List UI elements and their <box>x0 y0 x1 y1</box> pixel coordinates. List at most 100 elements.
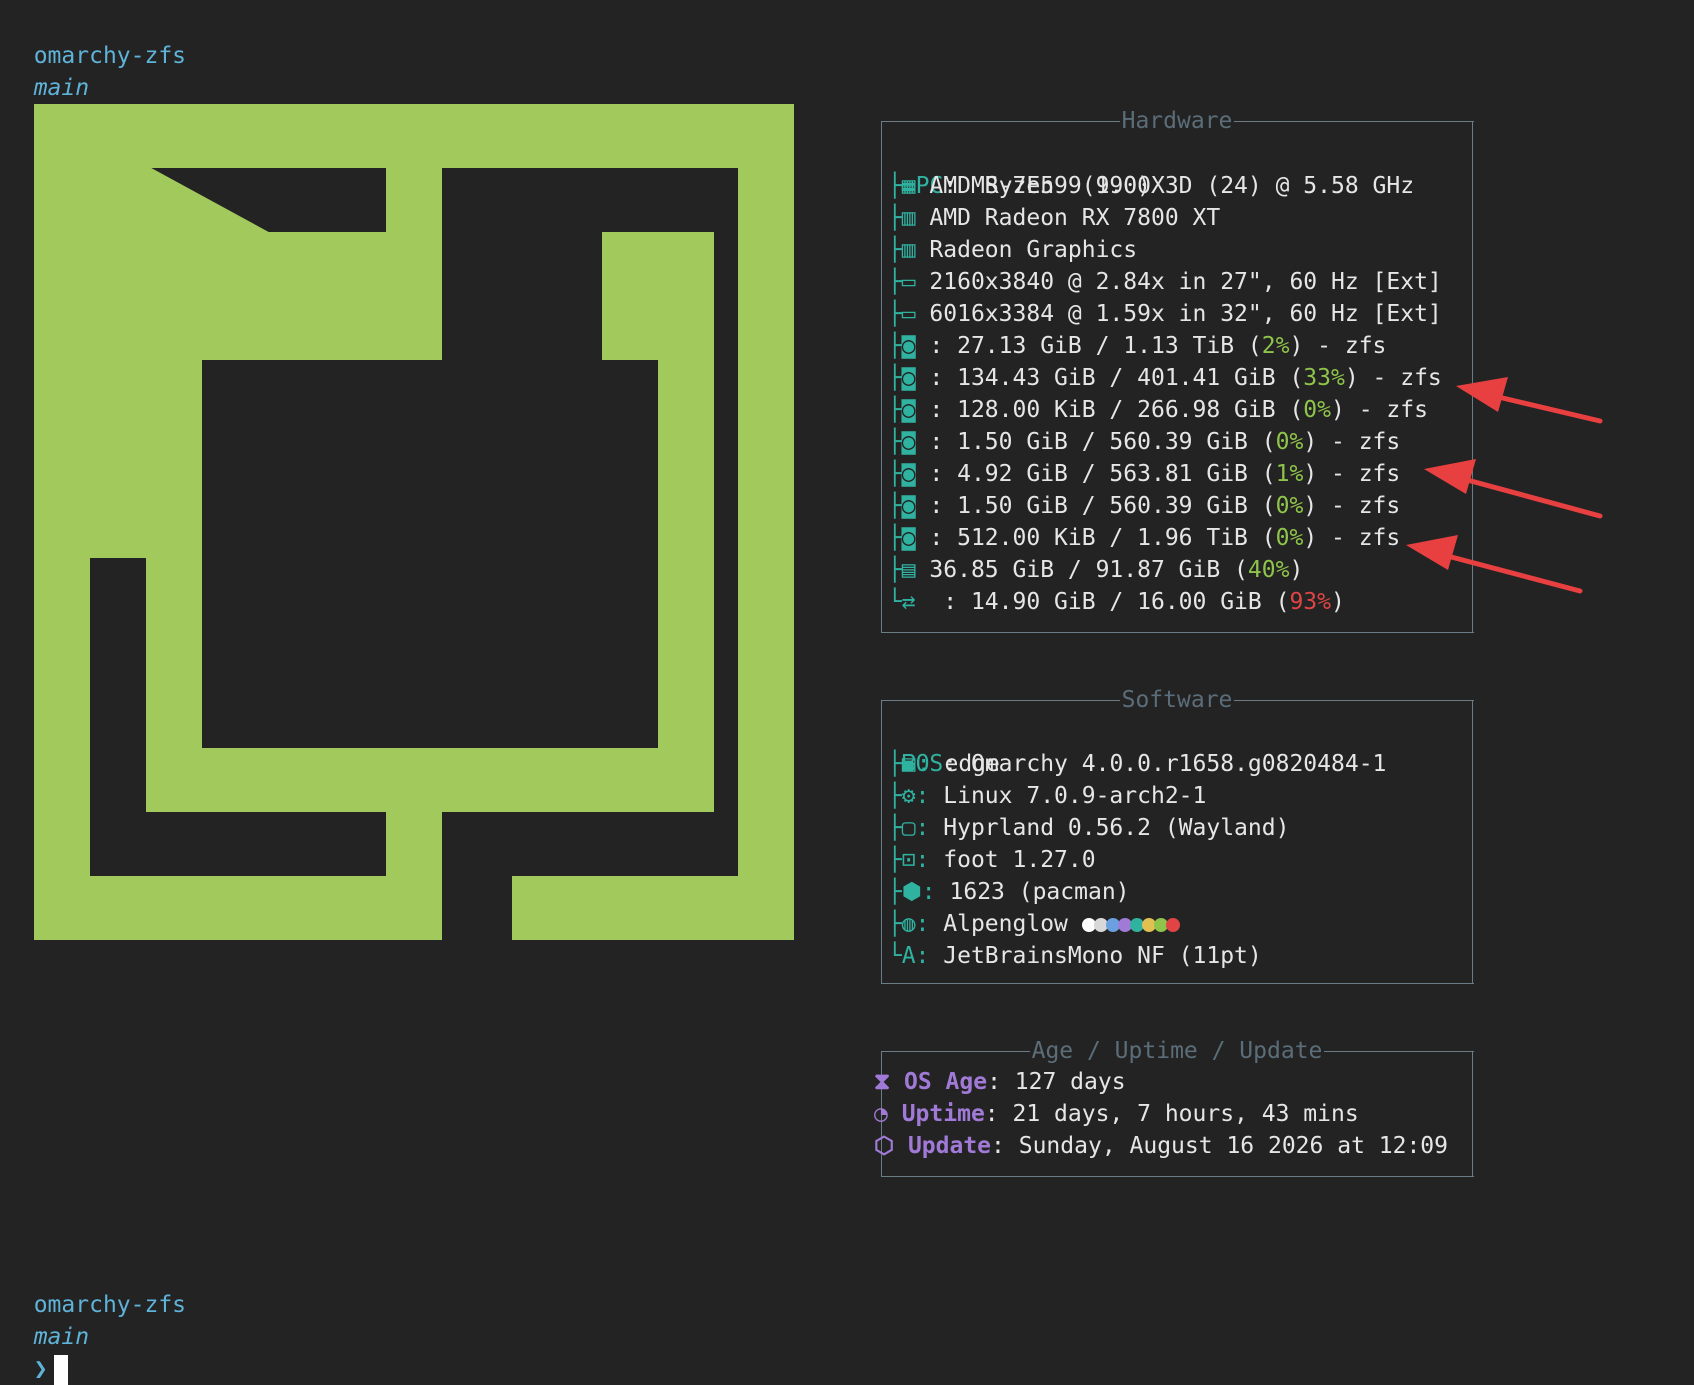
disk-icon: ◙ <box>901 493 916 519</box>
gpu-icon: ▥ <box>901 237 916 263</box>
hardware-row: ├◙ : 4.92 GiB / 563.81 GiB (1%) - zfs <box>874 458 1400 490</box>
usage-percent: 0% <box>1275 525 1304 551</box>
usage-percent: 0% <box>1275 493 1304 519</box>
age-value: 21 days, 7 hours, 43 mins <box>1012 1101 1359 1127</box>
prompt-host-2: omarchy-zfs <box>33 1292 187 1318</box>
prompt-branch-2: main <box>33 1324 90 1350</box>
age-row: ⧗ OS Age: 127 days <box>874 1069 1126 1095</box>
disk-icon: ◙ <box>901 365 916 391</box>
package-icon: ⬢: <box>901 879 936 905</box>
age-value: 127 days <box>1014 1069 1126 1095</box>
tree-branch: └ <box>874 943 902 969</box>
tree-branch: ├ <box>874 461 902 487</box>
software-value: JetBrainsMono NF (11pt) <box>943 943 1262 969</box>
usage-suffix: ) - zfs <box>1303 461 1401 487</box>
tree-branch: └ <box>874 589 902 615</box>
software-os-row: ▣OS: Omarchy 4.0.0.r1658.g0820484-1 <box>901 751 1387 777</box>
hardware-row: ├◙ : 512.00 KiB / 1.96 TiB (0%) - zfs <box>874 522 1400 554</box>
hardware-row: ├◙ : 128.00 KiB / 266.98 GiB (0%) - zfs <box>874 394 1428 426</box>
disk-icon: ◙ <box>901 333 916 359</box>
age-title: Age / Uptime / Update <box>1029 1038 1325 1064</box>
palette-icon: ◍: <box>901 911 930 937</box>
usage-percent: 40% <box>1247 557 1290 583</box>
tree-branch: ├ <box>874 333 902 359</box>
gpu-icon: ▥ <box>901 205 916 231</box>
hardware-value: AMD Ryzen 9 9900X3D (24) @ 5.58 GHz <box>929 173 1415 199</box>
swap-icon: ⇄ <box>901 589 916 615</box>
hardware-value: Radeon Graphics <box>929 237 1138 263</box>
usage-suffix: ) - zfs <box>1289 333 1387 359</box>
software-value: Hyprland 0.56.2 (Wayland) <box>943 815 1290 841</box>
usage-suffix: ) - zfs <box>1303 525 1401 551</box>
age-row: ⬡ Update: Sunday, August 16 2026 at 12:0… <box>874 1133 1448 1159</box>
usage-suffix: ) <box>1331 589 1345 615</box>
software-row: ├◍: Alpenglow <box>874 908 1180 940</box>
usage-percent: 0% <box>1303 397 1331 423</box>
software-value: foot 1.27.0 <box>943 847 1096 873</box>
hardware-value: AMD Radeon RX 7800 XT <box>929 205 1221 231</box>
tree-branch: ├ <box>874 429 902 455</box>
hardware-row: ├▭ 6016x3384 @ 1.59x in 32", 60 Hz [Ext] <box>874 298 1442 330</box>
prompt-host: omarchy-zfs <box>33 43 187 69</box>
hardware-row: ├◙ : 134.43 GiB / 401.41 GiB (33%) - zfs <box>874 362 1442 394</box>
hardware-value: 2160x3840 @ 2.84x in 27", 60 Hz [Ext] <box>929 269 1442 295</box>
box-icon: ⬡ <box>874 1133 908 1159</box>
age-row: ◔ Uptime: 21 days, 7 hours, 43 mins <box>874 1101 1359 1127</box>
software-title: Software <box>1119 687 1235 713</box>
hardware-row: ├▥ AMD Radeon RX 7800 XT <box>874 202 1220 234</box>
prompt-branch: main <box>33 75 90 101</box>
monitor-icon: ▭ <box>901 269 916 295</box>
software-value: 1623 (pacman) <box>949 879 1130 905</box>
tree-branch: ├ <box>874 847 902 873</box>
software-row: ├▢: Hyprland 0.56.2 (Wayland) <box>874 812 1290 844</box>
usage-text: : 512.00 KiB / 1.96 TiB ( <box>929 525 1276 551</box>
tree-branch: ├ <box>874 493 902 519</box>
tree-branch: ├ <box>874 237 902 263</box>
hardware-row: ├◙ : 27.13 GiB / 1.13 TiB (2%) - zfs <box>874 330 1387 362</box>
usage-suffix: ) - zfs <box>1303 493 1401 519</box>
hardware-row: ├▦ AMD Ryzen 9 9900X3D (24) @ 5.58 GHz <box>874 170 1414 202</box>
usage-percent: 1% <box>1275 461 1304 487</box>
usage-text: : 1.50 GiB / 560.39 GiB ( <box>929 429 1276 455</box>
hardware-row: ├◙ : 1.50 GiB / 560.39 GiB (0%) - zfs <box>874 490 1400 522</box>
prompt-symbol-2: ❯ <box>33 1356 48 1382</box>
usage-text: : 128.00 KiB / 266.98 GiB ( <box>929 397 1304 423</box>
tree-branch: ├ <box>874 365 902 391</box>
terminal-cursor[interactable] <box>53 1354 68 1385</box>
usage-text: : 27.13 GiB / 1.13 TiB ( <box>929 333 1262 359</box>
usage-percent: 33% <box>1303 365 1345 391</box>
age-value: Sunday, August 16 2026 at 12:09 <box>1018 1133 1448 1159</box>
usage-percent: 0% <box>1275 429 1304 455</box>
tree-branch: ├ <box>874 269 902 295</box>
usage-text: : 14.90 GiB / 16.00 GiB ( <box>929 589 1290 615</box>
window-icon: ▢: <box>901 815 930 841</box>
cpu-icon: ▦ <box>901 173 916 199</box>
software-row: └A: JetBrainsMono NF (11pt) <box>874 940 1262 972</box>
software-row: ├⚙: Linux 7.0.9-arch2-1 <box>874 780 1207 812</box>
age-label: Uptime <box>901 1101 985 1127</box>
os-value: Omarchy 4.0.0.r1658.g0820484-1 <box>970 751 1387 777</box>
tree-branch: ├ <box>874 525 902 551</box>
usage-suffix: ) - zfs <box>1331 397 1428 423</box>
hardware-row: ├▭ 2160x3840 @ 2.84x in 27", 60 Hz [Ext] <box>874 266 1442 298</box>
tree-branch: ├ <box>874 397 902 423</box>
annotation-arrow-2 <box>1457 475 1603 519</box>
color-swatch <box>1165 917 1180 932</box>
usage-text: : 134.43 GiB / 401.41 GiB ( <box>929 365 1304 391</box>
monitor-icon: ▭ <box>901 301 916 327</box>
usage-suffix: ) - zfs <box>1344 365 1442 391</box>
usage-suffix: ) - zfs <box>1303 429 1401 455</box>
software-value: Alpenglow <box>943 911 1068 937</box>
tree-branch: ├ <box>874 301 902 327</box>
hardware-row: ├▤ 36.85 GiB / 91.87 GiB (40%) <box>874 554 1303 586</box>
branch-icon: Ᏼ: <box>901 751 931 777</box>
annotation-arrow-1 <box>1487 392 1603 424</box>
terminal-icon: ⊡: <box>901 847 930 873</box>
usage-text: 36.85 GiB / 91.87 GiB ( <box>929 557 1248 583</box>
tree-branch: ├ <box>874 751 902 777</box>
tree-branch: ├ <box>874 783 902 809</box>
software-value: edge <box>944 751 1000 777</box>
usage-text: : 4.92 GiB / 563.81 GiB ( <box>929 461 1276 487</box>
prompt-line-2[interactable]: omarchy-zfs main ❯ <box>6 1257 186 1385</box>
tree-branch: ├ <box>874 205 902 231</box>
